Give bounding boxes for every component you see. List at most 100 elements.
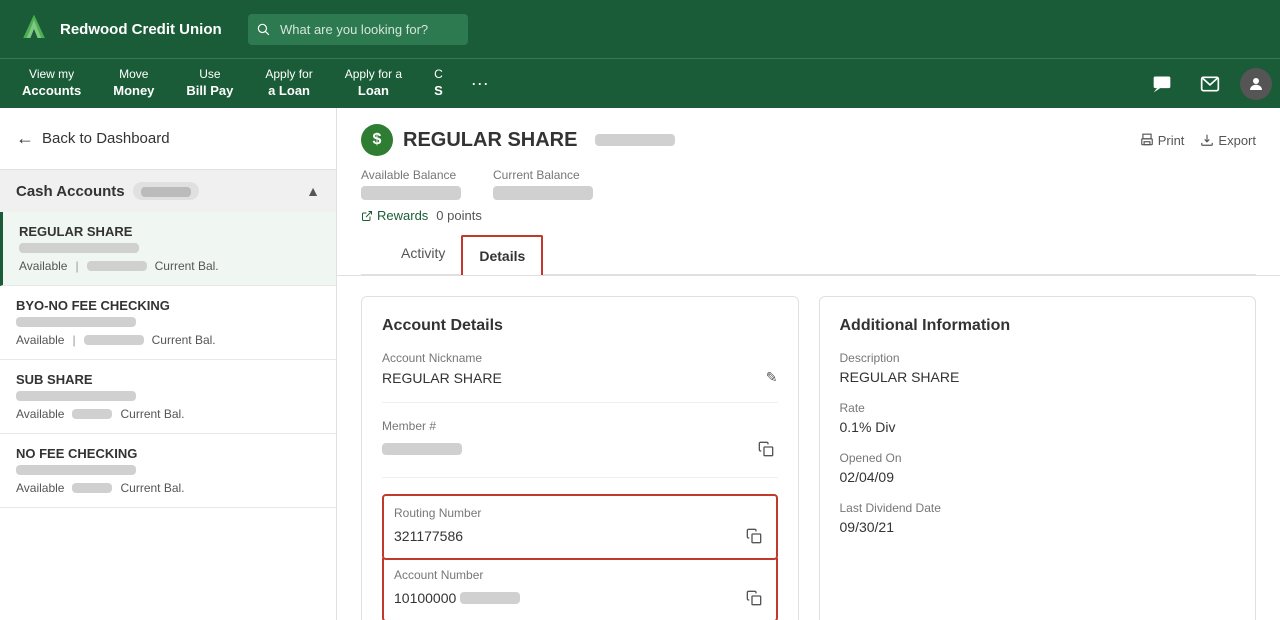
- chat-icon-button[interactable]: [1144, 66, 1180, 102]
- dollar-icon: $: [361, 124, 393, 156]
- cash-accounts-section-header[interactable]: Cash Accounts ▲: [0, 170, 336, 212]
- header: Redwood Credit Union: [0, 0, 1280, 58]
- nav-apply-loan-2[interactable]: Apply for a Loan: [331, 61, 416, 105]
- opened-value: 02/04/09: [840, 469, 1236, 485]
- rewards-row: Rewards 0 points: [361, 208, 1256, 223]
- dividend-value: 09/30/21: [840, 519, 1236, 535]
- account-number-label: Account Number: [394, 568, 766, 582]
- opened-on-field: Opened On 02/04/09: [840, 451, 1236, 485]
- nickname-value-row: REGULAR SHARE ✎: [382, 369, 778, 386]
- logo-area: Redwood Credit Union: [16, 11, 236, 47]
- search-wrapper: [248, 14, 468, 45]
- external-link-icon: [361, 210, 373, 222]
- account-number-value-row: 10100000: [394, 586, 766, 610]
- cash-accounts-header-left: Cash Accounts: [16, 182, 199, 200]
- nav-cs[interactable]: C S: [420, 61, 457, 105]
- search-input[interactable]: [248, 14, 468, 45]
- rate-label: Rate: [840, 401, 1236, 415]
- current-balance-value-mask: [493, 186, 593, 200]
- main-layout: ← Back to Dashboard Cash Accounts ▲ REGU…: [0, 108, 1280, 620]
- mail-icon: [1200, 74, 1220, 94]
- rcu-logo-icon: [16, 11, 52, 47]
- member-value-row: [382, 437, 778, 461]
- routing-field: Routing Number 321177586: [382, 494, 778, 560]
- account-balances-3: Available Current Bal.: [16, 481, 320, 495]
- nav-more-button[interactable]: ···: [461, 67, 499, 100]
- account-details-title: Account Details: [382, 317, 778, 335]
- nickname-value: REGULAR SHARE: [382, 370, 502, 386]
- nav-view-accounts[interactable]: View my Accounts: [8, 61, 95, 105]
- chat-icon: [1152, 74, 1172, 94]
- back-arrow-icon: ←: [16, 128, 34, 149]
- rate-value: 0.1% Div: [840, 419, 1236, 435]
- cash-accounts-badge: [133, 182, 199, 200]
- print-button[interactable]: Print: [1140, 133, 1185, 148]
- current-balance: Current Balance: [493, 168, 593, 200]
- account-tabs: Activity Details: [361, 235, 1256, 275]
- nav-bar: View my Accounts Move Money Use Bill Pay…: [0, 58, 1280, 108]
- additional-info-card: Additional Information Description REGUL…: [819, 296, 1257, 620]
- available-balance-label: Available Balance: [361, 168, 461, 182]
- nav-move-money[interactable]: Move Money: [99, 61, 168, 105]
- nav-apply-loan-1[interactable]: Apply for a Loan: [251, 61, 326, 105]
- routing-value: 321177586: [394, 528, 463, 544]
- account-balances-1: Available | Current Bal.: [16, 333, 320, 347]
- export-button[interactable]: Export: [1200, 133, 1256, 148]
- details-content: Account Details Account Nickname REGULAR…: [337, 276, 1280, 620]
- account-item-no-fee-checking[interactable]: NO FEE CHECKING Available Current Bal.: [0, 434, 336, 508]
- account-number-display: 10100000: [394, 590, 520, 606]
- member-label: Member #: [382, 419, 778, 433]
- account-item-byo-checking[interactable]: BYO-NO FEE CHECKING Available | Current …: [0, 286, 336, 360]
- nav-bill-pay[interactable]: Use Bill Pay: [172, 61, 247, 105]
- account-balances-2: Available Current Bal.: [16, 407, 320, 421]
- copy-account-number-button[interactable]: [742, 586, 766, 610]
- chevron-up-icon: ▲: [306, 183, 320, 199]
- account-number-mask-2: [16, 391, 136, 401]
- nickname-field: Account Nickname REGULAR SHARE ✎: [382, 351, 778, 403]
- routing-value-row: 321177586: [394, 524, 766, 548]
- account-number-hidden: [595, 134, 675, 146]
- account-header: $ REGULAR SHARE Print: [337, 108, 1280, 276]
- rewards-points: 0 points: [436, 208, 482, 223]
- edit-nickname-button[interactable]: ✎: [766, 369, 778, 386]
- export-icon: [1200, 133, 1214, 147]
- header-actions: Print Export: [1140, 133, 1256, 148]
- cash-accounts-title: Cash Accounts: [16, 183, 125, 200]
- nav-icons: [1144, 66, 1272, 102]
- account-number-mask-3: [16, 465, 136, 475]
- print-icon: [1140, 133, 1154, 147]
- copy-account-icon: [746, 590, 762, 606]
- account-number-mask-0: [19, 243, 139, 253]
- back-label: Back to Dashboard: [42, 130, 170, 147]
- member-value-mask: [382, 443, 462, 455]
- nickname-label: Account Nickname: [382, 351, 778, 365]
- user-avatar-button[interactable]: [1240, 68, 1272, 100]
- tab-activity[interactable]: Activity: [385, 235, 461, 274]
- available-balance: Available Balance: [361, 168, 461, 200]
- copy-routing-button[interactable]: [742, 524, 766, 548]
- additional-info-title: Additional Information: [840, 317, 1236, 335]
- description-field: Description REGULAR SHARE: [840, 351, 1236, 385]
- account-number-mask-1: [16, 317, 136, 327]
- copy-member-button[interactable]: [754, 437, 778, 461]
- opened-label: Opened On: [840, 451, 1236, 465]
- rewards-link[interactable]: Rewards: [361, 208, 428, 223]
- routing-label: Routing Number: [394, 506, 766, 520]
- mail-icon-button[interactable]: [1192, 66, 1228, 102]
- current-balance-label: Current Balance: [493, 168, 593, 182]
- export-label: Export: [1218, 133, 1256, 148]
- account-name-byo: BYO-NO FEE CHECKING: [16, 298, 320, 313]
- account-details-card: Account Details Account Nickname REGULAR…: [361, 296, 799, 620]
- copy-routing-icon: [746, 528, 762, 544]
- account-item-sub-share[interactable]: SUB SHARE Available Current Bal.: [0, 360, 336, 434]
- sidebar: ← Back to Dashboard Cash Accounts ▲ REGU…: [0, 108, 337, 620]
- account-name-no-fee: NO FEE CHECKING: [16, 446, 320, 461]
- tab-details[interactable]: Details: [461, 235, 543, 275]
- copy-icon: [758, 441, 774, 457]
- print-label: Print: [1158, 133, 1185, 148]
- account-title-left: $ REGULAR SHARE: [361, 124, 675, 156]
- back-to-dashboard-button[interactable]: ← Back to Dashboard: [0, 108, 336, 170]
- member-field: Member #: [382, 419, 778, 478]
- rate-field: Rate 0.1% Div: [840, 401, 1236, 435]
- account-item-regular-share[interactable]: REGULAR SHARE Available | Current Bal.: [0, 212, 336, 286]
